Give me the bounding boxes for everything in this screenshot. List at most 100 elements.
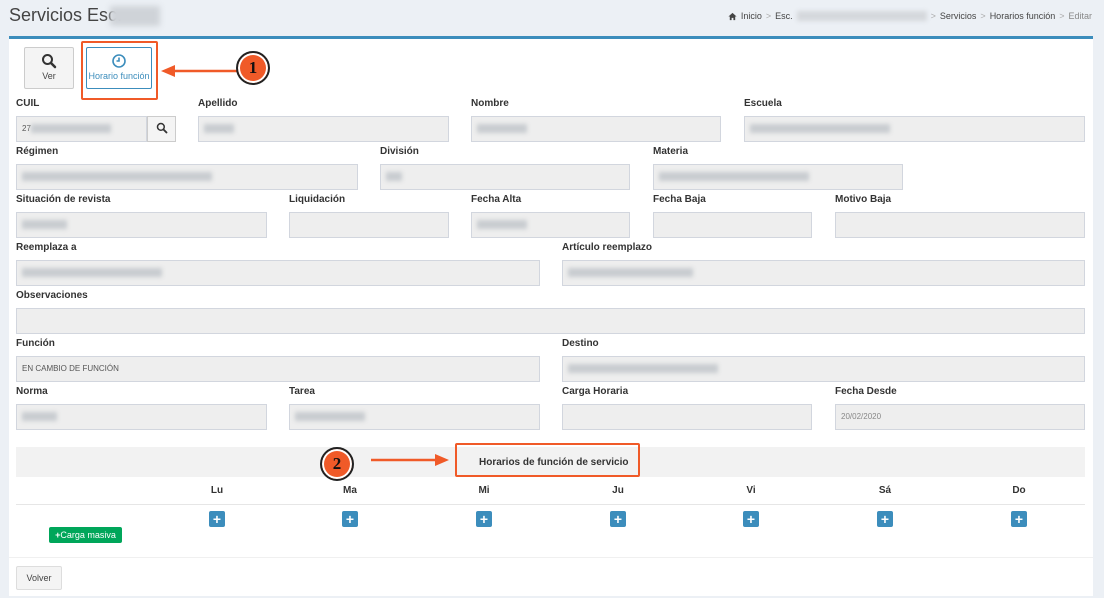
motivo-baja-field — [835, 212, 1085, 238]
motivo-baja-label: Motivo Baja — [835, 194, 892, 205]
annotation-arrow-1 — [161, 65, 237, 77]
volver-button[interactable]: Volver — [16, 566, 62, 590]
day-header-sa: Sá — [878, 485, 892, 496]
breadcrumb-separator: > — [980, 11, 986, 21]
funcion-value: EN CAMBIO DE FUNCIÓN — [22, 364, 119, 373]
situacion-field — [16, 212, 267, 238]
observaciones-field — [16, 308, 1085, 334]
funcion-label: Función — [16, 338, 55, 349]
cuil-field[interactable]: 27 — [16, 116, 147, 142]
day-header-mi: Mi — [478, 485, 490, 496]
annotation-marker-1: 1 — [236, 51, 270, 85]
redacted-tarea — [295, 412, 365, 422]
division-label: División — [380, 146, 419, 157]
redacted-situacion — [22, 220, 67, 230]
liquidacion-field — [289, 212, 449, 238]
breadcrumb-separator: > — [1059, 11, 1065, 21]
cuil-search-button[interactable] — [147, 116, 176, 142]
breadcrumb-separator: > — [930, 11, 936, 21]
page-title: Servicios Esc. — [9, 5, 123, 25]
redacted-destino — [568, 364, 718, 374]
carga-masiva-button[interactable]: +Carga masiva — [49, 527, 122, 543]
plus-icon: + — [479, 511, 489, 527]
add-schedule-lu-button[interactable]: + — [209, 511, 225, 527]
redacted-cuil — [30, 124, 111, 134]
divider — [9, 557, 1093, 558]
carga-horaria-label: Carga Horaria — [562, 386, 629, 397]
liquidacion-label: Liquidación — [289, 194, 346, 205]
destino-field — [562, 356, 1085, 382]
breadcrumb-home[interactable]: Inicio — [741, 11, 762, 21]
day-header-vi: Vi — [746, 485, 756, 496]
carga-masiva-label: Carga masiva — [60, 530, 116, 540]
redacted-materia — [659, 172, 809, 182]
ver-label: Ver — [42, 71, 56, 81]
articulo-label: Artículo reemplazo — [562, 242, 653, 253]
annotation-highlight-1 — [81, 41, 158, 100]
apellido-field — [198, 116, 449, 142]
division-field — [380, 164, 630, 190]
tarea-label: Tarea — [289, 386, 315, 397]
day-header-do: Do — [1012, 485, 1026, 496]
nombre-label: Nombre — [471, 98, 509, 109]
escuela-field — [744, 116, 1085, 142]
redacted-apellido — [204, 124, 234, 134]
redacted-articulo — [568, 268, 693, 278]
cuil-value: 27 — [22, 124, 31, 133]
breadcrumb-horarios[interactable]: Horarios función — [990, 11, 1056, 21]
annotation-highlight-2 — [455, 443, 640, 477]
materia-field — [653, 164, 903, 190]
apellido-label: Apellido — [198, 98, 238, 109]
plus-icon: + — [1014, 511, 1024, 527]
plus-icon: + — [345, 511, 355, 527]
reemplaza-field — [16, 260, 540, 286]
nombre-field — [471, 116, 721, 142]
add-schedule-sa-button[interactable]: + — [877, 511, 893, 527]
redacted-escuela — [750, 124, 890, 134]
materia-label: Materia — [653, 146, 689, 157]
add-schedule-mi-button[interactable]: + — [476, 511, 492, 527]
day-header-ma: Ma — [343, 485, 357, 496]
redacted-norma — [22, 412, 57, 422]
redacted-nombre — [477, 124, 527, 134]
norma-label: Norma — [16, 386, 48, 397]
plus-icon: + — [746, 511, 756, 527]
redacted-title — [110, 6, 160, 26]
observaciones-label: Observaciones — [16, 290, 88, 301]
redacted-reemplaza — [22, 268, 162, 278]
breadcrumb-separator: > — [765, 11, 772, 21]
plus-icon: + — [212, 511, 222, 527]
annotation-marker-2: 2 — [320, 447, 354, 481]
search-icon — [42, 54, 57, 69]
fecha-alta-label: Fecha Alta — [471, 194, 522, 205]
ver-button[interactable]: Ver — [24, 47, 74, 89]
fecha-desde-field: 20/02/2020 — [835, 404, 1085, 430]
plus-icon: + — [613, 511, 623, 527]
articulo-field — [562, 260, 1085, 286]
breadcrumb-current: Editar — [1068, 11, 1092, 21]
search-icon — [156, 122, 167, 134]
breadcrumb-school[interactable]: Esc. — [775, 11, 793, 21]
breadcrumb: Inicio > Esc. > Servicios > Horarios fun… — [728, 11, 1092, 21]
main-box: Ver Horario función 1 CUIL 27 Apellido N… — [9, 36, 1093, 596]
day-header-ju: Ju — [612, 485, 624, 496]
tarea-field — [289, 404, 540, 430]
breadcrumb-servicios[interactable]: Servicios — [940, 11, 977, 21]
funcion-field: EN CAMBIO DE FUNCIÓN — [16, 356, 540, 382]
cuil-label: CUIL — [16, 98, 40, 109]
add-schedule-vi-button[interactable]: + — [743, 511, 759, 527]
fecha-baja-field — [653, 212, 812, 238]
divider — [16, 504, 1085, 505]
add-schedule-ma-button[interactable]: + — [342, 511, 358, 527]
content-header: Servicios Esc. Inicio > Esc. > Servicios… — [0, 0, 1104, 36]
carga-horaria-field — [562, 404, 812, 430]
add-schedule-ju-button[interactable]: + — [610, 511, 626, 527]
day-header-lu: Lu — [210, 485, 224, 496]
situacion-label: Situación de revista — [16, 194, 111, 205]
fecha-baja-label: Fecha Baja — [653, 194, 706, 205]
redacted-school-name — [796, 11, 927, 21]
redacted-regimen — [22, 172, 212, 182]
regimen-label: Régimen — [16, 146, 59, 157]
redacted-division — [386, 172, 402, 182]
add-schedule-do-button[interactable]: + — [1011, 511, 1027, 527]
